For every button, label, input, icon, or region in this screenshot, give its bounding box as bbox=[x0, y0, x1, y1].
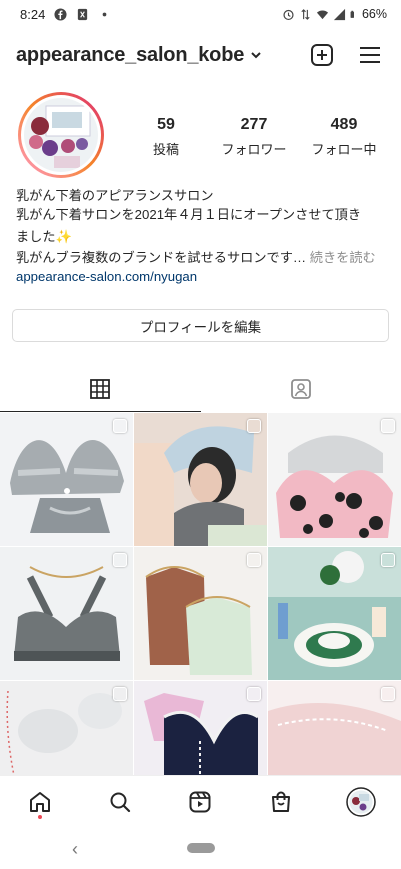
nav-reels[interactable] bbox=[180, 782, 220, 822]
multiple-photos-icon bbox=[247, 553, 261, 567]
post-image bbox=[268, 547, 401, 680]
nav-home[interactable] bbox=[20, 782, 60, 822]
alarm-icon bbox=[283, 9, 294, 20]
followers-count: 277 bbox=[240, 116, 268, 133]
status-time: 8:24 bbox=[20, 6, 46, 22]
notification-dot bbox=[38, 814, 43, 819]
post-image bbox=[0, 547, 133, 680]
post-gray-sports-bra[interactable] bbox=[0, 547, 133, 680]
bio-line: 乳がんブラ複数のブランドを試せるサロンです… bbox=[16, 250, 307, 265]
profile-avatar bbox=[346, 786, 376, 817]
multiple-photos-icon bbox=[113, 553, 127, 567]
post-image bbox=[134, 547, 267, 680]
read-more-link[interactable]: 続きを読む bbox=[306, 250, 376, 265]
new-post-button[interactable] bbox=[309, 42, 335, 68]
multiple-photos-icon bbox=[247, 419, 261, 433]
post-image bbox=[268, 413, 401, 546]
shop-icon bbox=[271, 791, 290, 812]
bio-line: ました✨ bbox=[16, 229, 72, 244]
posts-grid bbox=[0, 413, 401, 775]
multiple-photos-icon bbox=[113, 687, 127, 701]
tagged-icon bbox=[290, 379, 311, 399]
post-table-setting[interactable] bbox=[268, 547, 401, 680]
multiple-photos-icon bbox=[381, 419, 395, 433]
battery-icon bbox=[350, 10, 354, 18]
new-post-icon bbox=[311, 44, 333, 66]
back-icon[interactable]: ‹ bbox=[72, 839, 78, 860]
post-white-lace[interactable] bbox=[0, 681, 133, 775]
post-polka-dot-bra[interactable] bbox=[268, 413, 401, 546]
search-icon bbox=[110, 792, 131, 812]
data-icon bbox=[301, 8, 310, 20]
notification-icon bbox=[78, 8, 88, 20]
multiple-photos-icon bbox=[113, 419, 127, 433]
multiple-photos-icon bbox=[247, 687, 261, 701]
account-switcher[interactable]: appearance_salon_kobe bbox=[16, 44, 262, 67]
home-gesture-pill[interactable] bbox=[186, 843, 215, 853]
grid-icon bbox=[90, 379, 111, 399]
menu-icon bbox=[360, 47, 380, 63]
multiple-photos-icon bbox=[381, 553, 395, 567]
post-brown-green-tops[interactable] bbox=[134, 547, 267, 680]
menu-button[interactable] bbox=[357, 42, 383, 68]
post-image bbox=[0, 413, 133, 546]
signal-icon bbox=[333, 8, 346, 20]
profile-avatar[interactable] bbox=[18, 92, 104, 178]
edit-profile-button[interactable]: プロフィールを編集 bbox=[12, 309, 389, 342]
following-count: 489 bbox=[330, 116, 358, 133]
avatar-image bbox=[24, 98, 98, 172]
bio-line: 乳がん下着のアピアランスサロン bbox=[16, 188, 214, 203]
posts-count: 59 bbox=[157, 116, 175, 133]
chevron-down-icon bbox=[251, 52, 261, 59]
reels-icon bbox=[189, 791, 211, 812]
post-image bbox=[134, 413, 267, 546]
profile-header: appearance_salon_kobe bbox=[0, 38, 401, 72]
posts-label: 投稿 bbox=[152, 142, 179, 157]
following-label: フォロー中 bbox=[311, 142, 377, 157]
battery-percent: 66% bbox=[361, 7, 387, 21]
post-mannequin-hat[interactable] bbox=[134, 413, 267, 546]
profile-bio: 乳がん下着のアピアランスサロン 乳がん下着サロンを2021年４月１日にオープンさ… bbox=[16, 186, 388, 286]
posts-stat[interactable]: 59 投稿 bbox=[126, 116, 206, 158]
followers-label: フォロワー bbox=[221, 142, 287, 157]
tab-tagged[interactable] bbox=[201, 366, 401, 412]
username: appearance_salon_kobe bbox=[16, 43, 245, 66]
tab-posts-grid[interactable] bbox=[0, 366, 201, 412]
bio-line: 乳がん下着サロンを2021年４月１日にオープンさせて頂き bbox=[16, 207, 362, 222]
home-icon bbox=[30, 791, 51, 812]
followers-stat[interactable]: 277 フォロワー bbox=[214, 116, 294, 158]
post-navy-lace-bra[interactable] bbox=[134, 681, 267, 775]
profile-summary: 59 投稿 277 フォロワー 489 フォロー中 bbox=[0, 92, 401, 180]
profile-tabs bbox=[0, 366, 401, 412]
system-navigation: ‹ bbox=[0, 827, 401, 869]
bottom-navigation bbox=[0, 775, 401, 827]
facebook-icon bbox=[54, 7, 67, 21]
status-bar: 8:24 66% bbox=[0, 0, 401, 28]
nav-profile[interactable] bbox=[341, 782, 381, 822]
multiple-photos-icon bbox=[381, 687, 395, 701]
post-pink-lace[interactable] bbox=[268, 681, 401, 775]
post-gray-lace-bra[interactable] bbox=[0, 413, 133, 546]
nav-shop[interactable] bbox=[261, 782, 301, 822]
website-link[interactable]: appearance-salon.com/nyugan bbox=[16, 267, 388, 286]
following-stat[interactable]: 489 フォロー中 bbox=[304, 116, 384, 158]
wifi-icon bbox=[316, 10, 329, 19]
dot-icon bbox=[102, 12, 107, 16]
nav-search[interactable] bbox=[100, 782, 140, 822]
